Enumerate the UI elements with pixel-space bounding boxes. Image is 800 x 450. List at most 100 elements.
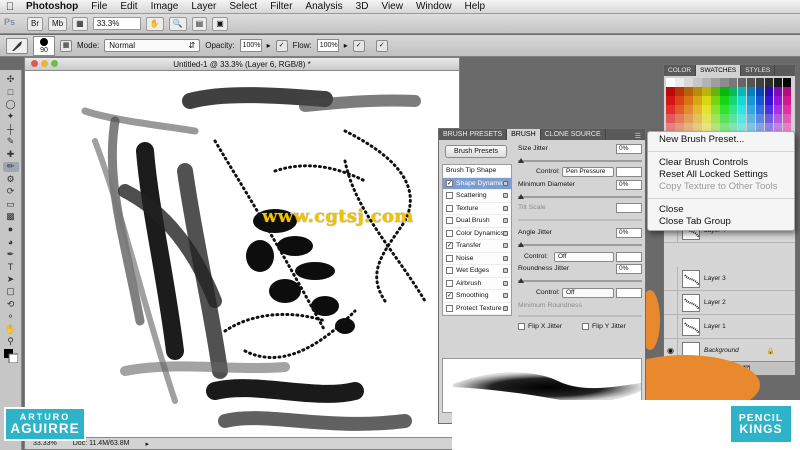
menu-view[interactable]: View [375, 1, 410, 12]
color-swatch[interactable] [692, 104, 702, 114]
color-swatch[interactable] [683, 95, 693, 105]
color-swatch[interactable] [692, 86, 702, 96]
color-swatch[interactable] [737, 113, 747, 123]
color-swatch[interactable] [782, 86, 792, 96]
menu-help[interactable]: Help [459, 1, 493, 12]
color-swatch[interactable] [746, 113, 756, 123]
color-swatch[interactable] [683, 113, 693, 123]
menu-clear-brush-controls[interactable]: Clear Brush Controls [648, 157, 794, 169]
path-selection-tool-icon[interactable]: ➤ [3, 274, 19, 285]
zoom-window-icon[interactable] [51, 60, 58, 67]
eraser-tool-icon[interactable]: ▭ [3, 199, 19, 210]
color-swatch[interactable] [764, 104, 774, 114]
lock-icon[interactable] [503, 268, 508, 274]
lock-icon[interactable] [503, 230, 508, 236]
brush-option-row[interactable]: Airbrush [443, 278, 511, 290]
color-swatch[interactable] [701, 104, 711, 114]
tab-styles[interactable]: STYLES [741, 65, 776, 76]
color-swatch[interactable] [755, 104, 765, 114]
menu-select[interactable]: Select [223, 1, 264, 12]
color-swatch[interactable] [728, 86, 738, 96]
size-jitter-slider[interactable] [518, 158, 642, 163]
3d-orbit-tool-icon[interactable]: ⚬ [3, 311, 19, 323]
brush-option-row[interactable]: Dual Brush [443, 215, 511, 228]
menu-filter[interactable]: Filter [264, 1, 299, 12]
size-control-select[interactable]: Pen Pressure [562, 166, 614, 177]
flow-dropdown-icon[interactable]: ▸ [344, 41, 348, 50]
brush-option-row[interactable]: Protect Texture [443, 303, 511, 315]
type-tool-icon[interactable]: T [3, 262, 19, 273]
color-swatch[interactable] [755, 113, 765, 123]
color-swatch[interactable] [710, 113, 720, 123]
tab-color[interactable]: COLOR [664, 65, 697, 76]
crop-tool-icon[interactable]: ┼ [3, 124, 19, 135]
brush-option-row[interactable]: ✓ Smoothing [443, 290, 511, 303]
apple-icon[interactable]:  [0, 1, 20, 13]
color-swatch[interactable] [710, 78, 720, 87]
min-diameter-field[interactable]: 0% [616, 179, 642, 190]
menu-close-tab-group[interactable]: Close Tab Group [648, 216, 794, 228]
menu-photoshop[interactable]: Photoshop [20, 1, 85, 12]
roundness-jitter-field[interactable]: 0% [616, 263, 642, 274]
min-diameter-slider[interactable] [518, 194, 642, 199]
color-swatch[interactable] [710, 86, 720, 96]
color-swatch[interactable] [728, 78, 738, 87]
airbrush-icon[interactable]: ✓ [352, 39, 365, 52]
color-swatch[interactable] [773, 78, 783, 87]
angle-jitter-field[interactable]: 0% [616, 227, 642, 238]
color-swatch[interactable] [746, 78, 756, 87]
color-swatch[interactable] [710, 104, 720, 114]
color-swatch[interactable] [764, 113, 774, 123]
color-swatches-icon[interactable] [3, 349, 19, 363]
brush-option-row[interactable]: Noise [443, 253, 511, 265]
color-swatch[interactable] [773, 95, 783, 105]
color-swatch[interactable] [755, 78, 765, 87]
lock-icon[interactable] [503, 180, 508, 186]
lock-icon[interactable] [503, 205, 508, 211]
lock-icon[interactable] [503, 243, 508, 249]
color-swatch[interactable] [755, 86, 765, 96]
history-brush-tool-icon[interactable]: ⟳ [3, 186, 19, 198]
panel-menu-icon[interactable]: ☰ [635, 132, 645, 140]
tilt-scale-slider[interactable] [518, 219, 642, 221]
zoom-tool-button[interactable]: 🔍 [168, 16, 187, 31]
clone-stamp-tool-icon[interactable]: ⚙ [3, 174, 19, 185]
pen-tool-icon[interactable]: ✒ [3, 249, 19, 260]
color-swatch[interactable] [683, 86, 693, 96]
menu-window[interactable]: Window [410, 1, 459, 12]
brush-option-row[interactable]: Color Dynamics [443, 228, 511, 240]
eyedropper-tool-icon[interactable]: ✎ [3, 136, 19, 148]
gradient-tool-icon[interactable]: ▩ [3, 211, 19, 223]
flip-y-checkbox[interactable] [582, 323, 589, 330]
color-swatch[interactable] [773, 86, 783, 96]
color-swatch[interactable] [746, 86, 756, 96]
pressure-opacity-icon[interactable]: ✓ [275, 39, 288, 52]
menu-3d[interactable]: 3D [350, 1, 376, 12]
size-control-field[interactable] [616, 166, 642, 177]
status-arrow-icon[interactable]: ▸ [145, 440, 149, 448]
mini-bridge-button[interactable]: Mb [48, 16, 68, 31]
minimize-window-icon[interactable] [41, 60, 48, 67]
quick-select-tool-icon[interactable]: ✦ [3, 111, 19, 123]
canvas[interactable] [25, 71, 459, 437]
zoom-level-field[interactable]: 33.3% [92, 17, 141, 30]
brush-option-row[interactable]: ✓ Shape Dynamics [443, 177, 511, 190]
layer-row[interactable]: Layer 1 [664, 314, 795, 339]
color-swatch[interactable] [666, 78, 675, 87]
brush-option-checkbox[interactable] [446, 192, 453, 200]
color-swatch[interactable] [782, 113, 792, 123]
menu-reset-locked-settings[interactable]: Reset All Locked Settings [648, 169, 794, 181]
tab-clone-source[interactable]: CLONE SOURCE [541, 129, 606, 140]
color-swatch[interactable] [692, 95, 702, 105]
brush-option-row[interactable]: Brush Tip Shape [443, 165, 511, 178]
brush-option-checkbox[interactable] [446, 304, 453, 312]
healing-tool-icon[interactable]: ✚ [3, 149, 19, 160]
color-swatch[interactable] [674, 86, 684, 96]
visibility-eye-icon[interactable] [664, 314, 678, 339]
lock-icon[interactable] [503, 293, 508, 299]
brush-option-checkbox[interactable]: ✓ [446, 292, 453, 300]
color-swatch[interactable] [674, 113, 684, 123]
tab-brush-presets[interactable]: BRUSH PRESETS [439, 129, 508, 140]
status-zoom[interactable]: 33.33% [33, 440, 57, 447]
color-swatch[interactable] [674, 95, 684, 105]
